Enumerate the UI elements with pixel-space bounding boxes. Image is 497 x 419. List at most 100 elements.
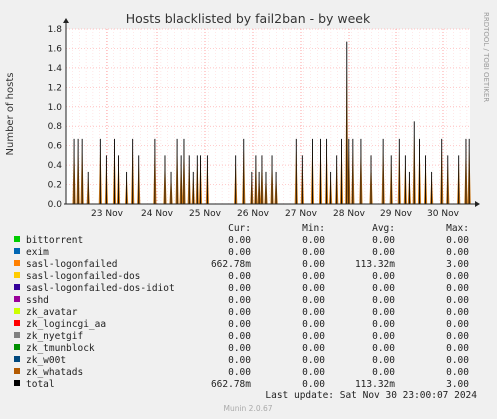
- legend-min: 0.00: [302, 379, 325, 390]
- legend-max: 0.00: [446, 331, 469, 342]
- legend-avg: 0.00: [372, 307, 395, 318]
- y-tick-label: 0.8: [48, 122, 63, 132]
- x-tick-label: 24 Nov: [141, 209, 174, 219]
- legend-name: zk_avatar: [26, 307, 78, 318]
- legend-swatch: [14, 356, 20, 362]
- legend-name: zk_whatads: [26, 367, 83, 378]
- legend-swatch: [14, 308, 20, 314]
- legend-cur: 662.78m: [211, 259, 251, 270]
- legend-avg: 113.32m: [355, 259, 395, 270]
- legend-min: 0.00: [302, 259, 325, 270]
- legend-min: 0.00: [302, 247, 325, 258]
- y-tick-label: 0.2: [48, 181, 62, 191]
- legend-avg: 0.00: [372, 235, 395, 246]
- legend-swatch: [14, 260, 20, 266]
- legend-max: 0.00: [446, 307, 469, 318]
- y-tick-label: 1.8: [48, 25, 63, 35]
- legend-header-min: Min:: [302, 223, 325, 234]
- legend-header-avg: Avg:: [372, 223, 395, 234]
- legend-name: zk_nyetgif: [26, 331, 83, 342]
- legend-max: 0.00: [446, 295, 469, 306]
- legend-avg: 0.00: [372, 295, 395, 306]
- legend-cur: 0.00: [228, 355, 251, 366]
- legend-cur: 0.00: [228, 307, 251, 318]
- legend-avg: 113.32m: [355, 379, 395, 390]
- legend-name: sshd: [26, 295, 49, 306]
- legend-min: 0.00: [302, 355, 325, 366]
- legend-max: 0.00: [446, 343, 469, 354]
- x-tick-label: 25 Nov: [189, 209, 222, 219]
- legend-cur: 0.00: [228, 283, 251, 294]
- legend-swatch: [14, 320, 20, 326]
- legend-swatch: [14, 248, 20, 254]
- legend-avg: 0.00: [372, 319, 395, 330]
- y-axis-label: Number of hosts: [5, 73, 16, 156]
- munin-version: Munin 2.0.67: [223, 404, 272, 413]
- legend-name: total: [26, 379, 55, 390]
- legend-max: 3.00: [446, 259, 469, 270]
- legend: Cur: Min: Avg: Max: bittorrent 0.00 0.00 0.…: [14, 223, 469, 390]
- last-update: Last update: Sat Nov 30 23:00:07 2024: [265, 390, 477, 401]
- legend-swatch: [14, 344, 20, 350]
- legend-cur: 0.00: [228, 271, 251, 282]
- legend-cur: 0.00: [228, 247, 251, 258]
- x-tick-label: 26 Nov: [237, 209, 270, 219]
- legend-avg: 0.00: [372, 331, 395, 342]
- chart-title: Hosts blacklisted by fail2ban - by week: [126, 11, 371, 26]
- legend-cur: 0.00: [228, 319, 251, 330]
- legend-min: 0.00: [302, 283, 325, 294]
- legend-name: sasl-logonfailed-dos-idiot: [26, 283, 175, 294]
- y-tick-label: 0.0: [48, 200, 63, 210]
- legend-min: 0.00: [302, 271, 325, 282]
- y-tick-label: 0.6: [48, 142, 63, 152]
- legend-avg: 0.00: [372, 247, 395, 258]
- x-tick-label: 29 Nov: [380, 209, 413, 219]
- legend-swatch: [14, 380, 20, 386]
- legend-swatch: [14, 332, 20, 338]
- legend-swatch: [14, 272, 20, 278]
- legend-header-cur: Cur:: [228, 223, 251, 234]
- legend-min: 0.00: [302, 319, 325, 330]
- y-tick-labels: 0.0 0.2 0.4 0.6 0.8 1.0 1.2 1.4 1.6 1.8: [48, 25, 63, 210]
- legend-avg: 0.00: [372, 367, 395, 378]
- legend-min: 0.00: [302, 343, 325, 354]
- y-tick-label: 1.4: [48, 64, 63, 74]
- x-axis-arrow: [475, 201, 480, 207]
- legend-name: zk_tmunblock: [26, 343, 95, 354]
- legend-name: zk_logincgi_aa: [26, 319, 106, 330]
- legend-avg: 0.00: [372, 343, 395, 354]
- legend-header-max: Max:: [446, 223, 469, 234]
- legend-swatch: [14, 296, 20, 302]
- y-tick-label: 1.6: [48, 44, 63, 54]
- legend-cur: 0.00: [228, 295, 251, 306]
- x-tick-label: 30 Nov: [427, 209, 460, 219]
- legend-name: exim: [26, 247, 49, 258]
- fail2ban-week-chart: Hosts blacklisted by fail2ban - by week …: [5, 11, 490, 413]
- legend-name: sasl-logonfailed-dos: [26, 271, 140, 282]
- legend-min: 0.00: [302, 307, 325, 318]
- legend-max: 0.00: [446, 355, 469, 366]
- legend-avg: 0.00: [372, 271, 395, 282]
- y-tick-label: 0.4: [48, 161, 63, 171]
- legend-cur: 0.00: [228, 367, 251, 378]
- legend-name: bittorrent: [26, 235, 83, 246]
- legend-max: 3.00: [446, 379, 469, 390]
- y-tick-label: 1.2: [48, 83, 62, 93]
- legend-name: sasl-logonfailed: [26, 259, 118, 270]
- legend-max: 0.00: [446, 247, 469, 258]
- legend-cur: 0.00: [228, 331, 251, 342]
- legend-max: 0.00: [446, 367, 469, 378]
- legend-min: 0.00: [302, 295, 325, 306]
- x-tick-label: 28 Nov: [333, 209, 366, 219]
- legend-avg: 0.00: [372, 283, 395, 294]
- legend-swatch: [14, 284, 20, 290]
- y-tick-label: 1.0: [48, 103, 63, 113]
- legend-min: 0.00: [302, 331, 325, 342]
- legend-max: 0.00: [446, 271, 469, 282]
- legend-cur: 662.78m: [211, 379, 251, 390]
- legend-cur: 0.00: [228, 343, 251, 354]
- legend-max: 0.00: [446, 235, 469, 246]
- legend-cur: 0.00: [228, 235, 251, 246]
- y-axis-arrow: [63, 18, 69, 23]
- legend-swatch: [14, 368, 20, 374]
